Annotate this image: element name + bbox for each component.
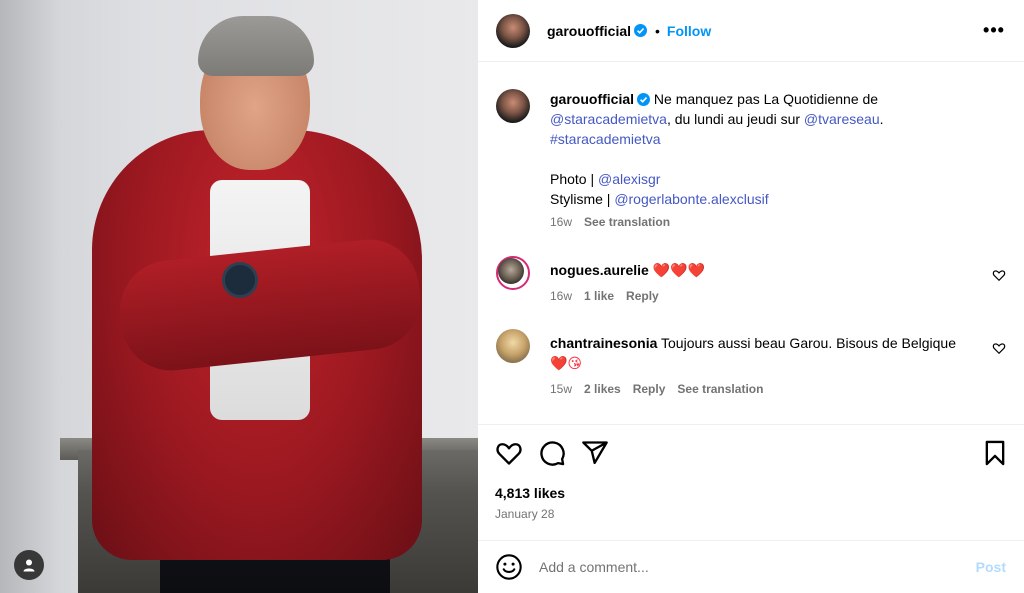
like-heart-icon[interactable] <box>495 439 523 467</box>
photo-hair <box>198 16 314 76</box>
mention-staracademietva[interactable]: @staracademietva <box>550 111 667 127</box>
post-date[interactable]: January 28 <box>495 507 554 521</box>
separator-dot: • <box>655 22 660 39</box>
style-credit-label: Stylisme | <box>550 191 615 207</box>
comment-body: nogues.aurelie ❤️❤️❤️ 16w 1 like Reply <box>550 260 980 303</box>
add-comment-input[interactable] <box>539 555 919 579</box>
comment-text: Toujours aussi beau Garou. Bisous de Bel… <box>661 335 956 351</box>
save-bookmark-icon[interactable] <box>981 439 1009 467</box>
caption-avatar[interactable] <box>496 89 530 123</box>
post-photo[interactable] <box>0 0 478 593</box>
caption-time[interactable]: 16w <box>550 215 572 229</box>
caption-credits: Photo | @alexisgr Stylisme | @rogerlabon… <box>550 169 980 209</box>
comment-likes[interactable]: 2 likes <box>584 382 621 396</box>
caption-text-3: . <box>879 111 884 127</box>
share-paper-plane-icon[interactable] <box>581 439 609 467</box>
action-bar <box>478 424 1024 482</box>
see-translation-button[interactable]: See translation <box>584 215 670 229</box>
caption-text-1: Ne manquez pas La Quotidienne de <box>650 91 879 107</box>
commenter-avatar[interactable] <box>496 256 530 290</box>
mention-tvareseau[interactable]: @tvareseau <box>804 111 880 127</box>
likes-count[interactable]: 4,813 likes <box>495 485 565 501</box>
caption-text: garouofficial Ne manquez pas La Quotidie… <box>550 89 980 149</box>
follow-button[interactable]: Follow <box>667 23 711 39</box>
comment-meta: 16w 1 like Reply <box>550 289 980 303</box>
tagged-users-button[interactable] <box>14 550 44 580</box>
caption-body: garouofficial Ne manquez pas La Quotidie… <box>550 89 980 229</box>
caption-meta: 16w See translation <box>550 215 980 229</box>
reply-button[interactable]: Reply <box>626 289 659 303</box>
caption-username[interactable]: garouofficial <box>550 91 634 107</box>
comment-composer: Post <box>478 540 1024 593</box>
mention-rogerlabonte[interactable]: @rogerlabonte.alexclusif <box>614 191 768 207</box>
post-header: garouofficial • Follow ••• <box>478 0 1024 62</box>
reply-button[interactable]: Reply <box>633 382 666 396</box>
commenter-avatar-image <box>498 258 524 284</box>
mention-alexisgr[interactable]: @alexisgr <box>598 171 660 187</box>
hashtag-staracademietva[interactable]: #staracademietva <box>550 131 661 147</box>
comment-text: ❤️❤️❤️ <box>652 263 705 279</box>
photo-watch <box>222 262 258 298</box>
photo-wall <box>0 0 60 593</box>
like-comment-heart-icon[interactable] <box>992 268 1006 282</box>
verified-badge-icon <box>634 24 648 37</box>
see-translation-button[interactable]: See translation <box>677 382 763 396</box>
more-options-button[interactable]: ••• <box>982 20 1006 40</box>
emoji-smiley-icon[interactable] <box>495 553 523 581</box>
comment-body: chantrainesonia Toujours aussi beau Garo… <box>550 333 980 396</box>
author-avatar[interactable] <box>496 13 530 48</box>
post-comment-button[interactable]: Post <box>976 559 1006 575</box>
comment-bubble-icon[interactable] <box>538 439 566 467</box>
comment-time[interactable]: 15w <box>550 382 572 396</box>
like-comment-heart-icon[interactable] <box>992 341 1006 355</box>
comments-list[interactable]: garouofficial Ne manquez pas La Quotidie… <box>478 63 1024 423</box>
commenter-avatar[interactable] <box>496 329 530 363</box>
caption-text-2: , du lundi au jeudi sur <box>666 111 804 127</box>
comment-meta: 15w 2 likes Reply See translation <box>550 382 980 396</box>
user-icon <box>23 559 35 572</box>
comment-username[interactable]: chantrainesonia <box>550 335 657 351</box>
post-side-panel: garouofficial • Follow ••• garouofficial… <box>478 0 1024 593</box>
author-username[interactable]: garouofficial <box>547 23 631 39</box>
comment-likes[interactable]: 1 like <box>584 289 614 303</box>
comment-emoji: ❤️😘 <box>550 356 583 372</box>
author-line: garouofficial • Follow <box>547 23 711 39</box>
comment-username[interactable]: nogues.aurelie <box>550 262 649 278</box>
verified-badge-icon <box>637 93 651 106</box>
photo-credit-label: Photo | <box>550 171 599 187</box>
comment-time[interactable]: 16w <box>550 289 572 303</box>
